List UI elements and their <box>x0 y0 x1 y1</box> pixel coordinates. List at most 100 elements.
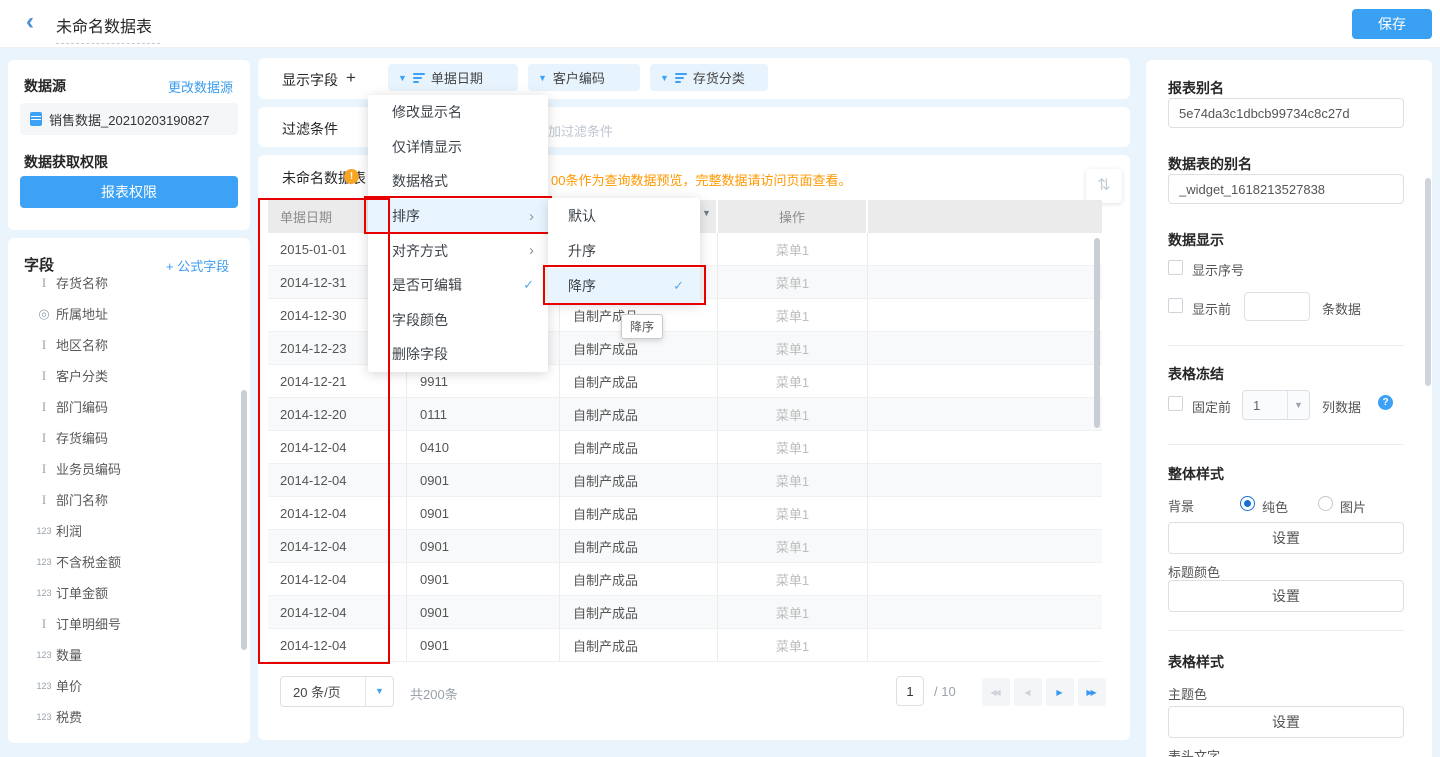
table-cell[interactable]: 菜单1 <box>718 233 868 266</box>
field-item[interactable]: 123不含税金额 <box>8 546 244 577</box>
column-filter-caret-icon[interactable]: ▼ <box>702 208 711 218</box>
page-title[interactable]: 未命名数据表 <box>56 13 160 44</box>
chevron-down-icon[interactable]: ▼ <box>398 73 407 83</box>
field-item[interactable]: 123利润 <box>8 515 244 546</box>
datasource-file[interactable]: 销售数据_20210203190827 <box>20 103 238 135</box>
prev-page-button[interactable]: ◀ <box>1014 678 1042 706</box>
back-icon[interactable]: ‹ <box>26 8 34 36</box>
table-cell[interactable]: 菜单1 <box>718 464 868 497</box>
submenu-item[interactable]: 默认 <box>548 198 700 233</box>
table-cell[interactable]: 菜单1 <box>718 332 868 365</box>
table-alias-label: 数据表的别名 <box>1168 154 1252 174</box>
table-cell[interactable]: 菜单1 <box>718 365 868 398</box>
table-cell <box>868 497 1102 530</box>
image-radio[interactable] <box>1318 496 1333 511</box>
menu-item-label: 修改显示名 <box>392 102 534 122</box>
sort-bar <box>413 81 419 83</box>
menu-item[interactable]: 排序› <box>368 199 548 234</box>
field-item[interactable]: I业务员编码 <box>8 453 244 484</box>
sort-toggle-icon[interactable]: ⇅ <box>1086 169 1122 203</box>
theme-color-set-button[interactable]: 设置 <box>1168 706 1404 738</box>
field-item[interactable]: I部门编码 <box>8 391 244 422</box>
submenu-item[interactable]: 升序 <box>548 233 700 268</box>
menu-item-label: 数据格式 <box>392 171 534 191</box>
table-cell: 2014-12-04 <box>268 596 407 629</box>
menu-item[interactable]: 是否可编辑✓ <box>368 268 548 303</box>
add-formula-field-link[interactable]: + 公式字段 <box>166 256 229 275</box>
field-item[interactable]: I客户分类 <box>8 360 244 391</box>
report-permission-button[interactable]: 报表权限 <box>20 176 238 208</box>
field-chip[interactable]: ▼客户编码 <box>528 64 640 91</box>
help-icon[interactable]: ? <box>1378 395 1393 410</box>
table-scrollbar[interactable] <box>1094 238 1100 428</box>
chevron-down-icon[interactable]: ▼ <box>538 73 547 83</box>
table-cell: 0901 <box>407 563 560 596</box>
fields-title: 字段 <box>24 254 54 275</box>
title-color-set-button[interactable]: 设置 <box>1168 580 1404 612</box>
change-datasource-link[interactable]: 更改数据源 <box>168 77 233 96</box>
table-cell <box>868 464 1102 497</box>
first-page-button[interactable]: ◀◀ <box>982 678 1010 706</box>
field-chip[interactable]: ▼存货分类 <box>650 64 768 91</box>
overall-style-title: 整体样式 <box>1168 464 1224 484</box>
freeze-count-select[interactable]: 1 ▼ <box>1242 390 1310 420</box>
table-cell[interactable]: 菜单1 <box>718 563 868 596</box>
table-cell <box>868 596 1102 629</box>
table-header-cell[interactable] <box>868 200 1102 233</box>
table-cell[interactable]: 菜单1 <box>718 299 868 332</box>
image-label: 图片 <box>1340 497 1366 516</box>
show-first-count-input[interactable] <box>1244 292 1310 321</box>
menu-item[interactable]: 对齐方式› <box>368 233 548 268</box>
field-item[interactable]: 123单价 <box>8 670 244 701</box>
table-cell[interactable]: 菜单1 <box>718 266 868 299</box>
field-item[interactable]: 123数量 <box>8 639 244 670</box>
text-field-icon: I <box>34 368 54 384</box>
table-cell[interactable]: 菜单1 <box>718 398 868 431</box>
field-item-label: 存货编码 <box>56 428 108 447</box>
fields-scrollbar[interactable] <box>241 390 247 650</box>
field-item[interactable]: I存货名称 <box>8 276 244 298</box>
field-item[interactable]: 123订单金额 <box>8 577 244 608</box>
field-item-label: 存货名称 <box>56 276 108 292</box>
field-item[interactable]: ○提交人 <box>8 732 244 739</box>
solid-color-radio[interactable] <box>1240 496 1255 511</box>
menu-item-label: 仅详情显示 <box>392 137 534 157</box>
menu-item[interactable]: 修改显示名 <box>368 95 548 130</box>
menu-item[interactable]: 数据格式 <box>368 164 548 199</box>
show-index-checkbox[interactable] <box>1168 260 1183 275</box>
menu-item[interactable]: 仅详情显示 <box>368 130 548 165</box>
submenu-item[interactable]: 降序✓ <box>548 268 700 303</box>
last-page-button[interactable]: ▶▶ <box>1078 678 1106 706</box>
page-size-select[interactable]: 20 条/页 ▼ <box>280 676 394 707</box>
table-cell[interactable]: 菜单1 <box>718 629 868 662</box>
submenu-item-label: 默认 <box>568 206 684 226</box>
field-item[interactable]: I地区名称 <box>8 329 244 360</box>
table-header-cell[interactable]: 操作 <box>718 200 868 233</box>
page-number-input[interactable] <box>896 676 924 706</box>
add-field-icon[interactable]: + <box>346 68 356 88</box>
table-alias-input[interactable] <box>1168 174 1404 204</box>
field-item[interactable]: 123税费 <box>8 701 244 732</box>
table-cell[interactable]: 菜单1 <box>718 497 868 530</box>
settings-scrollbar[interactable] <box>1425 178 1431 386</box>
field-item[interactable]: I部门名称 <box>8 484 244 515</box>
table-cell[interactable]: 菜单1 <box>718 530 868 563</box>
freeze-checkbox[interactable] <box>1168 396 1183 411</box>
menu-item[interactable]: 字段颜色 <box>368 303 548 338</box>
save-button[interactable]: 保存 <box>1352 9 1432 39</box>
report-alias-input[interactable] <box>1168 98 1404 128</box>
menu-item[interactable]: 删除字段 <box>368 337 548 372</box>
field-item[interactable]: ◎所属地址 <box>8 298 244 329</box>
field-item[interactable]: I存货编码 <box>8 422 244 453</box>
table-cell[interactable]: 菜单1 <box>718 596 868 629</box>
field-item[interactable]: I订单明细号 <box>8 608 244 639</box>
next-page-button[interactable]: ▶ <box>1046 678 1074 706</box>
table-cell: 2014-12-04 <box>268 629 407 662</box>
show-first-checkbox[interactable] <box>1168 298 1183 313</box>
text-field-icon: I <box>34 461 54 477</box>
field-chip[interactable]: ▼单据日期 <box>388 64 518 91</box>
divider <box>1168 444 1404 445</box>
background-set-button[interactable]: 设置 <box>1168 522 1404 554</box>
table-cell[interactable]: 菜单1 <box>718 431 868 464</box>
chevron-down-icon[interactable]: ▼ <box>660 73 669 83</box>
